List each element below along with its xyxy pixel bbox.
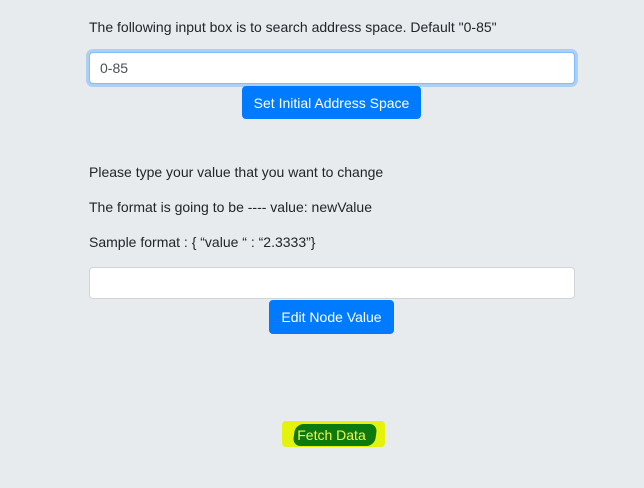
edit-instruction: Please type your value that you want to … xyxy=(89,164,384,180)
format-description: The format is going to be ---- value: ne… xyxy=(89,199,372,215)
node-value-input[interactable] xyxy=(89,267,575,299)
fetch-data-button[interactable]: Fetch Data xyxy=(286,418,377,451)
address-instruction: The following input box is to search add… xyxy=(89,19,497,35)
address-space-input[interactable] xyxy=(89,52,575,84)
edit-node-value-button[interactable]: Edit Node Value xyxy=(269,300,394,334)
set-initial-address-space-button[interactable]: Set Initial Address Space xyxy=(242,86,421,119)
sample-format: Sample format : { “value “ : “2.3333”} xyxy=(89,234,316,250)
